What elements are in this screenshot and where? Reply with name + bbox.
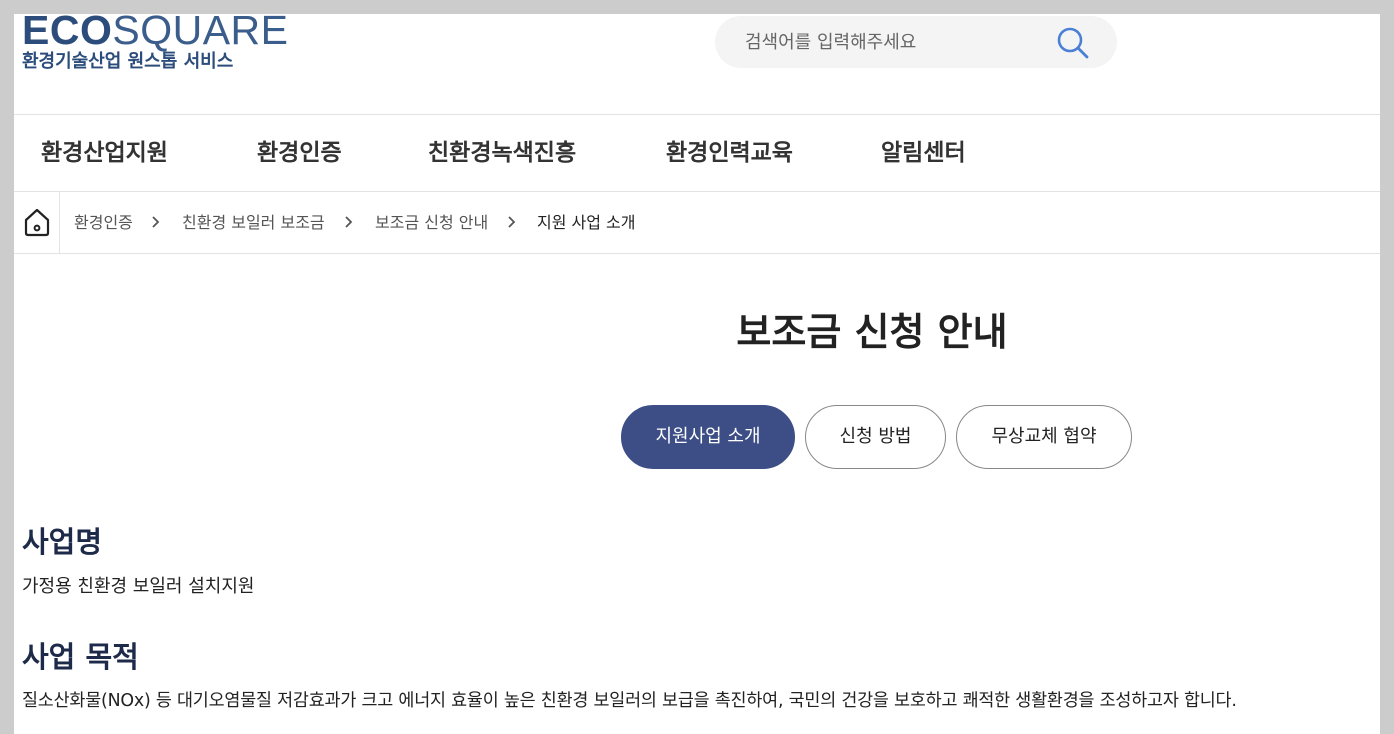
section-heading-program-purpose: 사업 목적	[22, 640, 139, 674]
breadcrumb-item-env-certification[interactable]: 환경인증	[74, 192, 133, 253]
breadcrumb-item-current: 지원 사업 소개	[537, 213, 636, 232]
page-title: 보조금 신청 안내	[736, 310, 1008, 354]
logo-subtitle: 환경기술산업 원스톱 서비스	[22, 51, 234, 72]
main-nav: 환경산업지원 환경인증 친환경녹색진흥 환경인력교육 알림센터	[14, 114, 1380, 192]
nav-item-green-promotion[interactable]: 친환경녹색진흥	[428, 115, 576, 192]
tab-program-intro[interactable]: 지원사업 소개	[621, 405, 795, 469]
page-frame: ECOSQUARE 환경기술산업 원스톱 서비스 환경산업지원 환경인증 친환경…	[14, 14, 1380, 734]
breadcrumb: 환경인증 친환경 보일러 보조금 보조금 신청 안내 지원 사업 소개	[14, 192, 1380, 254]
chevron-right-icon	[345, 216, 353, 228]
nav-item-notice-center[interactable]: 알림센터	[881, 115, 966, 192]
breadcrumb-item-boiler-subsidy[interactable]: 친환경 보일러 보조금	[182, 192, 325, 253]
breadcrumb-item-subsidy-guide[interactable]: 보조금 신청 안내	[375, 192, 488, 253]
tab-application-method[interactable]: 신청 방법	[805, 405, 946, 469]
chevron-right-icon	[508, 216, 516, 228]
tab-free-replacement-agreement[interactable]: 무상교체 협약	[956, 405, 1132, 469]
section-body-program-purpose: 질소산화물(NOx) 등 대기오염물질 저감효과가 크고 에너지 효율이 높은 …	[22, 691, 1237, 711]
search-bar	[715, 16, 1117, 68]
nav-item-env-certification[interactable]: 환경인증	[257, 115, 342, 192]
nav-item-env-education[interactable]: 환경인력교육	[666, 115, 793, 192]
breadcrumb-home[interactable]	[14, 192, 60, 253]
section-heading-program-name: 사업명	[22, 525, 103, 559]
nav-item-env-industry[interactable]: 환경산업지원	[41, 115, 168, 192]
breadcrumb-separator	[344, 192, 354, 253]
breadcrumb-separator	[507, 192, 517, 253]
breadcrumb-separator	[151, 192, 161, 253]
logo-word-eco: ECO	[22, 14, 113, 53]
search-input[interactable]	[715, 16, 1035, 68]
logo-wordmark: ECOSQUARE	[22, 14, 289, 53]
home-icon	[24, 208, 50, 237]
logo-word-square: SQUARE	[112, 14, 289, 53]
search-icon	[1057, 27, 1089, 59]
search-button[interactable]	[1055, 26, 1091, 60]
section-body-program-name: 가정용 친환경 보일러 설치지원	[22, 576, 255, 597]
site-logo[interactable]: ECOSQUARE 환경기술산업 원스톱 서비스	[22, 14, 289, 73]
chevron-right-icon	[152, 216, 160, 228]
